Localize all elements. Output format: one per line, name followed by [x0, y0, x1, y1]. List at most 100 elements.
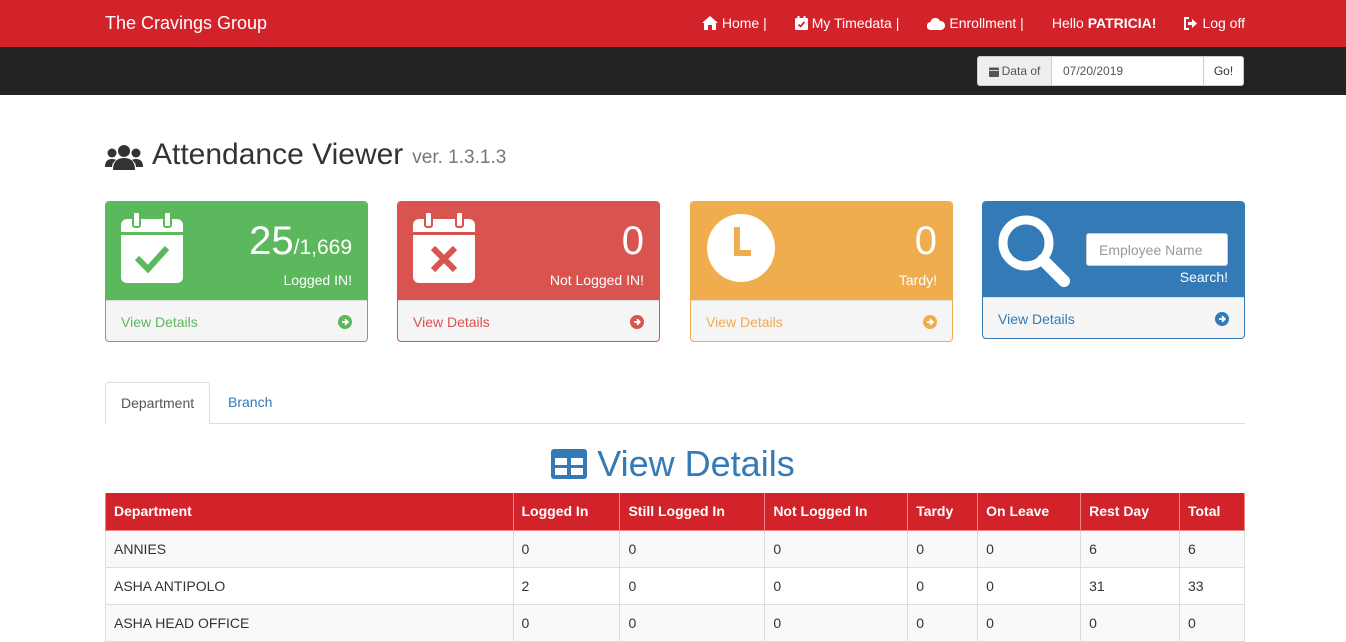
not-logged-in-count: 0 — [621, 219, 644, 263]
version-label: ver. 1.3.1.3 — [412, 147, 507, 168]
nav-home[interactable]: Home | — [701, 13, 767, 33]
tab-branch[interactable]: Branch — [213, 382, 287, 424]
column-header[interactable]: Department — [105, 493, 514, 531]
date-picker-group: Data of Go! — [977, 56, 1244, 86]
page-header: Attendance Viewer ver. 1.3.1.3 — [105, 138, 506, 172]
date-toolbar: Data of Go! — [0, 47, 1346, 95]
search-icon — [998, 215, 1070, 287]
table-cell: 0 — [977, 529, 1082, 568]
table-cell: 0 — [619, 529, 766, 568]
table-cell: ASHA HEAD OFFICE — [105, 603, 514, 642]
section-title: View Details — [0, 443, 1346, 485]
table-cell: 0 — [907, 566, 979, 605]
department-table: Department Logged In Still Logged In Not… — [105, 493, 1246, 642]
cloud-icon — [927, 17, 946, 30]
search-view-details[interactable]: View Details — [983, 297, 1244, 338]
table-cell: 31 — [1080, 566, 1180, 605]
not-logged-in-panel: 0 Not Logged IN! View Details — [397, 201, 660, 342]
search-panel: Search! View Details — [982, 201, 1245, 339]
table-cell: 0 — [1178, 603, 1246, 642]
logged-in-view-details[interactable]: View Details — [106, 300, 367, 341]
not-logged-in-view-details-label: View Details — [413, 314, 490, 330]
calendar-times-icon — [413, 212, 475, 283]
column-header[interactable]: Rest Day — [1080, 493, 1180, 531]
table-cell: 0 — [907, 603, 979, 642]
tardy-panel: 0 Tardy! View Details — [690, 201, 953, 342]
date-input[interactable] — [1052, 57, 1203, 85]
nav-timedata[interactable]: My Timedata | — [794, 13, 900, 33]
arrow-circle-right-icon — [630, 315, 644, 329]
table-header-row: Department Logged In Still Logged In Not… — [105, 493, 1246, 531]
table-cell: 0 — [907, 529, 979, 568]
view-tabs: Department Branch — [105, 382, 1245, 425]
column-header[interactable]: Still Logged In — [619, 493, 766, 531]
nav-logoff[interactable]: Log off — [1184, 13, 1245, 33]
table-cell: 0 — [977, 566, 1082, 605]
table-cell: 0 — [619, 603, 766, 642]
table-cell: 33 — [1178, 566, 1246, 605]
logged-in-caption: Logged IN! — [283, 272, 353, 288]
arrow-circle-right-icon — [923, 315, 937, 329]
table-cell: 0 — [512, 529, 621, 568]
nav-menu: Home | My Timedata | Enrollment | Hello … — [674, 13, 1245, 33]
logged-in-panel: 25/1,669 Logged IN! View Details — [105, 201, 368, 342]
go-button[interactable]: Go! — [1203, 57, 1243, 85]
table-row: ANNIES 0 0 0 0 0 6 6 — [105, 529, 1246, 568]
table-cell: ASHA ANTIPOLO — [105, 566, 514, 605]
arrow-circle-right-icon — [338, 315, 352, 329]
table-cell: 0 — [619, 566, 766, 605]
nav-enrollment[interactable]: Enrollment | — [927, 13, 1024, 33]
search-button[interactable]: Search! — [1180, 269, 1228, 285]
table-cell: 0 — [977, 603, 1082, 642]
nav-logoff-label: Log off — [1202, 15, 1245, 31]
logged-in-value: 25 — [249, 219, 294, 263]
table-cell: 0 — [764, 529, 909, 568]
nav-timedata-label: My Timedata | — [811, 15, 900, 31]
calendar-check-icon — [121, 212, 183, 283]
table-cell: 0 — [512, 603, 621, 642]
users-icon — [105, 145, 143, 170]
not-logged-in-view-details[interactable]: View Details — [398, 300, 659, 341]
username: PATRICIA! — [1087, 15, 1157, 31]
column-header[interactable]: Logged In — [512, 493, 621, 531]
table-icon — [551, 449, 588, 479]
tardy-view-details[interactable]: View Details — [691, 300, 952, 341]
table-cell: 2 — [512, 566, 621, 605]
logged-in-view-details-label: View Details — [121, 314, 198, 330]
table-cell: 0 — [764, 603, 909, 642]
table-row: ASHA HEAD OFFICE 0 0 0 0 0 0 0 — [105, 603, 1246, 642]
user-greeting: Hello PATRICIA! — [1052, 13, 1157, 33]
tardy-view-details-label: View Details — [706, 314, 783, 330]
date-addon-label: Data of — [1001, 64, 1041, 78]
arrow-circle-right-icon — [1215, 312, 1229, 326]
brand-title[interactable]: The Cravings Group — [105, 12, 267, 34]
logged-in-total: /1,669 — [293, 236, 352, 259]
search-view-details-label: View Details — [998, 311, 1075, 327]
page-title: Attendance Viewer — [152, 138, 404, 171]
tab-department[interactable]: Department — [105, 382, 211, 425]
not-logged-in-panel-heading: 0 Not Logged IN! — [398, 202, 659, 300]
logged-in-panel-heading: 25/1,669 Logged IN! — [106, 202, 367, 300]
search-panel-heading: Search! — [983, 202, 1244, 297]
date-addon: Data of — [978, 57, 1052, 85]
greeting-prefix: Hello — [1051, 15, 1084, 31]
tardy-count: 0 — [914, 219, 937, 263]
table-cell: ANNIES — [105, 529, 514, 568]
not-logged-in-caption: Not Logged IN! — [549, 272, 644, 288]
table-cell: 0 — [764, 566, 909, 605]
table-row: ASHA ANTIPOLO 2 0 0 0 0 31 33 — [105, 566, 1246, 605]
home-icon — [701, 16, 718, 30]
section-title-text: View Details — [597, 443, 795, 484]
column-header[interactable]: On Leave — [977, 493, 1082, 531]
table-cell: 6 — [1178, 529, 1246, 568]
employee-search-input[interactable] — [1086, 233, 1228, 266]
top-navbar: The Cravings Group Home | My Timedata | … — [0, 0, 1346, 47]
column-header[interactable]: Total — [1178, 493, 1246, 531]
column-header[interactable]: Not Logged In — [764, 493, 909, 531]
nav-home-label: Home | — [721, 15, 767, 31]
column-header[interactable]: Tardy — [907, 493, 979, 531]
calendar-check-icon — [794, 16, 808, 30]
sign-out-icon — [1184, 16, 1198, 30]
table-cell: 0 — [1080, 603, 1180, 642]
tardy-panel-heading: 0 Tardy! — [691, 202, 952, 300]
